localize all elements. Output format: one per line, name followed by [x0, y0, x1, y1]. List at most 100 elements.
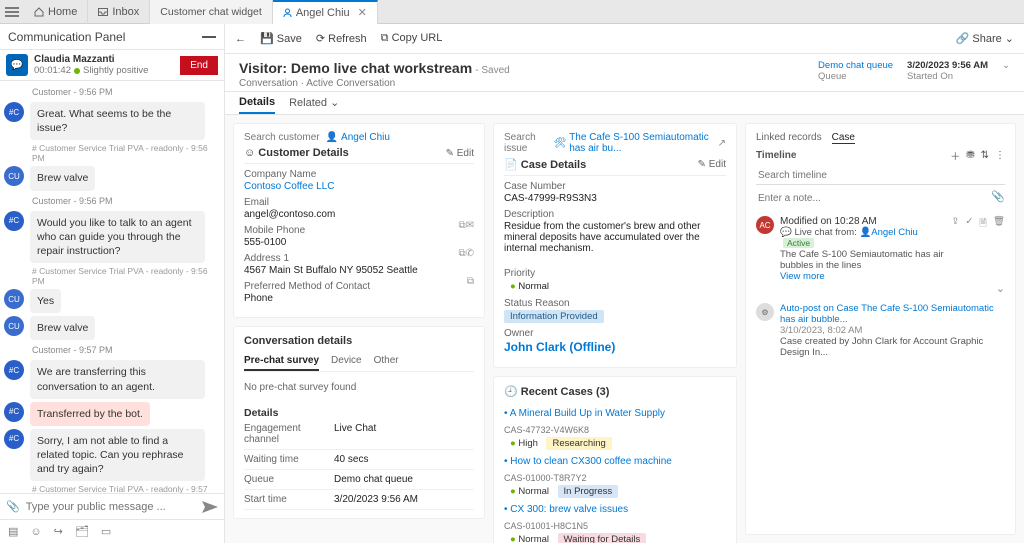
message-meta: # Customer Service Trial PVA - readonly … — [4, 143, 220, 163]
timestamp-row: Customer - 9:57 PM — [4, 343, 220, 357]
email-value: angel@contoso.com — [244, 209, 474, 220]
message-row: CU Yes — [4, 289, 220, 313]
case-number: CAS-47999-R9S3N3 — [504, 193, 726, 204]
tool-link-icon[interactable]: ↪ — [54, 525, 63, 538]
case-link[interactable]: 🛠The Cafe S-100 Semiautomatic has air bu… — [553, 132, 711, 154]
copy-icon[interactable]: ⧉ — [458, 248, 465, 259]
chat-icon: 💬 — [780, 227, 792, 238]
auto-icon: ⚙ — [756, 303, 774, 321]
status-badge: Waiting for Details — [558, 533, 647, 543]
status-badge: Information Provided — [504, 310, 604, 323]
view-more-link[interactable]: View more — [780, 271, 945, 282]
case-icon: 📄 — [504, 159, 518, 171]
message-bubble: Great. What seems to be the issue? — [30, 102, 205, 140]
tool-person-icon[interactable]: ☺ — [30, 526, 41, 538]
subtab-device[interactable]: Device — [331, 355, 362, 371]
mail-icon[interactable]: ✉ — [466, 220, 474, 231]
filter-icon[interactable]: ⛃ — [966, 150, 974, 161]
save-button[interactable]: 💾 Save — [260, 32, 302, 45]
tab-related[interactable]: Related ⌄ — [289, 96, 339, 114]
contact-method-value: Phone — [244, 293, 474, 304]
subtab-prechat[interactable]: Pre-chat survey — [244, 355, 319, 371]
message-bubble: We are transferring this conversation to… — [30, 360, 205, 398]
person-icon: 👤 — [326, 132, 338, 143]
timeline-person-link[interactable]: 👤Angel Chiu — [859, 227, 917, 238]
message-row: CUBrew valve — [4, 166, 220, 190]
tab-widget[interactable]: Customer chat widget — [150, 0, 273, 24]
refresh-icon: ⟳ — [316, 33, 325, 45]
timestamp-row: Customer - 9:56 PM — [4, 85, 220, 99]
tab-inbox[interactable]: Inbox — [88, 0, 150, 24]
recent-case-link[interactable]: • CX 300: brew valve issues — [504, 504, 726, 515]
chat-timer: 00:01:42 — [34, 65, 71, 76]
check-icon[interactable]: ✓ — [965, 216, 973, 282]
minimize-icon[interactable] — [202, 36, 216, 38]
chevron-down-icon[interactable]: ⌄ — [756, 282, 1005, 295]
edit-case-button[interactable]: ✎ Edit — [698, 159, 726, 170]
more-icon[interactable]: ⋮ — [995, 150, 1005, 161]
linked-records-label: Linked records — [756, 132, 822, 144]
share-button[interactable]: 🔗Share ⌄ — [956, 32, 1014, 45]
avatar: #C — [4, 102, 24, 122]
open-icon[interactable]: ↗ — [718, 138, 726, 149]
assign-icon[interactable]: ⇪ — [951, 216, 959, 282]
clock-icon: 🕘 — [504, 386, 518, 398]
message-bubble: Brew valve — [30, 316, 95, 340]
search-issue-label: Search issue — [504, 132, 547, 154]
sort-icon[interactable]: ⇅ — [981, 150, 989, 161]
tab-home-label: Home — [48, 6, 77, 18]
share-icon: 🔗 — [956, 32, 970, 45]
send-icon[interactable] — [202, 501, 218, 513]
back-icon[interactable]: ← — [235, 33, 246, 45]
chevron-down-icon[interactable]: ⌄ — [1002, 60, 1010, 82]
owner-link[interactable]: John Clark (Offline) — [504, 340, 726, 354]
recent-case-link[interactable]: • A Mineral Build Up in Water Supply — [504, 408, 726, 419]
no-survey-text: No pre-chat survey found — [244, 376, 474, 399]
copy-icon[interactable]: ⧉ — [458, 220, 465, 231]
chat-icon: 💬 — [6, 54, 28, 76]
linked-tab-case[interactable]: Case — [832, 132, 855, 144]
timeline-note-input[interactable] — [756, 189, 991, 208]
delete-icon[interactable]: 🗑 — [993, 216, 1005, 282]
phone-icon[interactable]: ✆ — [466, 248, 474, 259]
tool-note-icon[interactable]: 🗂 — [75, 525, 89, 538]
tool-kb-icon[interactable]: ▤ — [8, 525, 18, 538]
close-icon[interactable]: ✕ — [358, 6, 367, 19]
note-icon[interactable]: 🗎 — [979, 216, 987, 282]
avatar: CU — [4, 166, 24, 186]
recent-case-number: CAS-01001-H8C1N5 — [504, 521, 726, 531]
customer-link[interactable]: 👤Angel Chiu — [326, 132, 390, 143]
timeline-entry-title: Modified on 10:28 AM — [780, 216, 945, 227]
recent-case-link[interactable]: • How to clean CX300 coffee machine — [504, 456, 726, 467]
tab-home[interactable]: Home — [24, 0, 88, 24]
message-input[interactable] — [26, 501, 196, 513]
message-bubble: Yes — [30, 289, 61, 313]
sentiment-dot-icon — [74, 68, 80, 74]
add-icon[interactable]: ＋ — [950, 148, 960, 163]
copy-icon[interactable]: ⧉ — [467, 276, 474, 287]
avatar: #C — [4, 402, 24, 422]
company-link[interactable]: Contoso Coffee LLC — [244, 181, 474, 192]
end-button[interactable]: End — [180, 56, 218, 75]
avatar: #C — [4, 211, 24, 231]
subtab-other[interactable]: Other — [374, 355, 399, 371]
attach-icon[interactable]: 📎 — [991, 190, 1005, 203]
status-badge: In Progress — [558, 485, 619, 498]
refresh-button[interactable]: ⟳ Refresh — [316, 32, 367, 45]
avatar: CU — [4, 289, 24, 309]
inbox-icon — [98, 8, 108, 16]
hamburger-menu[interactable] — [0, 0, 24, 24]
message-row: #CTransferred by the bot. — [4, 402, 220, 426]
priority-badge: Normal — [504, 533, 555, 543]
tab-details[interactable]: Details — [239, 96, 275, 114]
record-title: Visitor: Demo live chat workstream — [239, 60, 472, 76]
search-customer-label: Search customer — [244, 132, 320, 143]
attach-icon[interactable]: 📎 — [6, 500, 20, 513]
tool-chat-icon[interactable]: ▭ — [101, 525, 111, 538]
copy-url-button[interactable]: ⧉ Copy URL — [381, 32, 443, 45]
timeline-search-input[interactable] — [756, 167, 1005, 185]
avatar: #C — [4, 360, 24, 380]
home-icon — [34, 7, 44, 17]
edit-customer-button[interactable]: ✎ Edit — [446, 148, 474, 159]
tab-active[interactable]: Angel Chiu ✕ — [273, 0, 378, 24]
